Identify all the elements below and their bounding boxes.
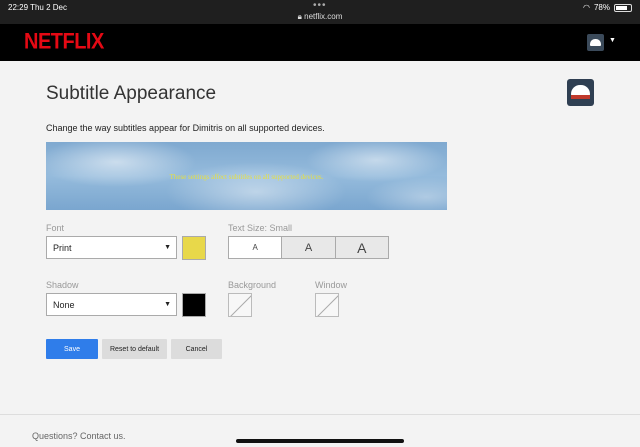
battery-icon	[614, 3, 632, 12]
text-size-small-button[interactable]: A	[229, 237, 282, 258]
shadow-select[interactable]: None ▼	[46, 293, 177, 316]
status-time: 22:29 Thu 2 Dec	[8, 3, 68, 12]
status-right: ◠ 78%	[583, 3, 632, 12]
wifi-icon: ◠	[583, 3, 590, 12]
battery-fill	[616, 5, 627, 10]
avatar-cap-shape	[590, 39, 601, 46]
avatar-cap-bill	[571, 95, 590, 99]
window-color-swatch[interactable]	[315, 293, 339, 317]
url-bar[interactable]: 🔒︎ netflix.com	[0, 12, 640, 22]
caret-down-icon[interactable]: ▼	[609, 37, 616, 44]
preview-sample-text: These settings affect subtitles on all s…	[169, 173, 324, 181]
font-select-value: Print	[53, 243, 72, 253]
shadow-label: Shadow	[46, 280, 79, 290]
no-color-slash-icon	[317, 295, 338, 316]
page-title: Subtitle Appearance	[46, 83, 217, 104]
text-size-large-button[interactable]: A	[334, 237, 388, 258]
shadow-select-value: None	[53, 300, 75, 310]
reset-to-default-button[interactable]: Reset to default	[102, 339, 167, 359]
cancel-button[interactable]: Cancel	[171, 339, 222, 359]
contact-link[interactable]: Questions? Contact us.	[32, 431, 126, 441]
netflix-logo[interactable]: NETFLIX	[24, 30, 104, 55]
font-label: Font	[46, 223, 65, 233]
page-description: Change the way subtitles appear for Dimi…	[46, 123, 325, 133]
dropdown-arrow-icon: ▼	[164, 301, 171, 308]
home-indicator[interactable]	[236, 439, 404, 443]
save-button[interactable]: Save	[46, 339, 98, 359]
font-color-swatch[interactable]	[182, 236, 206, 260]
battery-percent: 78%	[593, 3, 610, 12]
profile-avatar-icon[interactable]	[587, 34, 604, 51]
site-header: NETFLIX ▼	[0, 24, 640, 61]
more-dots-icon[interactable]: •••	[313, 0, 327, 11]
background-color-swatch[interactable]	[228, 293, 252, 317]
shadow-color-swatch[interactable]	[182, 293, 206, 317]
lock-icon: 🔒︎	[297, 12, 302, 21]
window-label: Window	[315, 280, 348, 290]
status-bar: 22:29 Thu 2 Dec ••• 🔒︎ netflix.com ◠ 78%	[0, 0, 640, 24]
dropdown-arrow-icon: ▼	[164, 244, 171, 251]
footer-divider	[0, 414, 640, 415]
text-size-medium-button[interactable]: A	[281, 237, 335, 258]
profile-avatar-large-icon	[567, 79, 594, 106]
text-size-selector: A A A	[228, 236, 389, 259]
no-color-slash-icon	[230, 295, 251, 316]
subtitle-preview: These settings affect subtitles on all s…	[46, 142, 447, 210]
text-size-label: Text Size: Small	[228, 223, 293, 233]
font-select[interactable]: Print ▼	[46, 236, 177, 259]
background-label: Background	[228, 280, 277, 290]
url-text: netflix.com	[304, 12, 343, 21]
